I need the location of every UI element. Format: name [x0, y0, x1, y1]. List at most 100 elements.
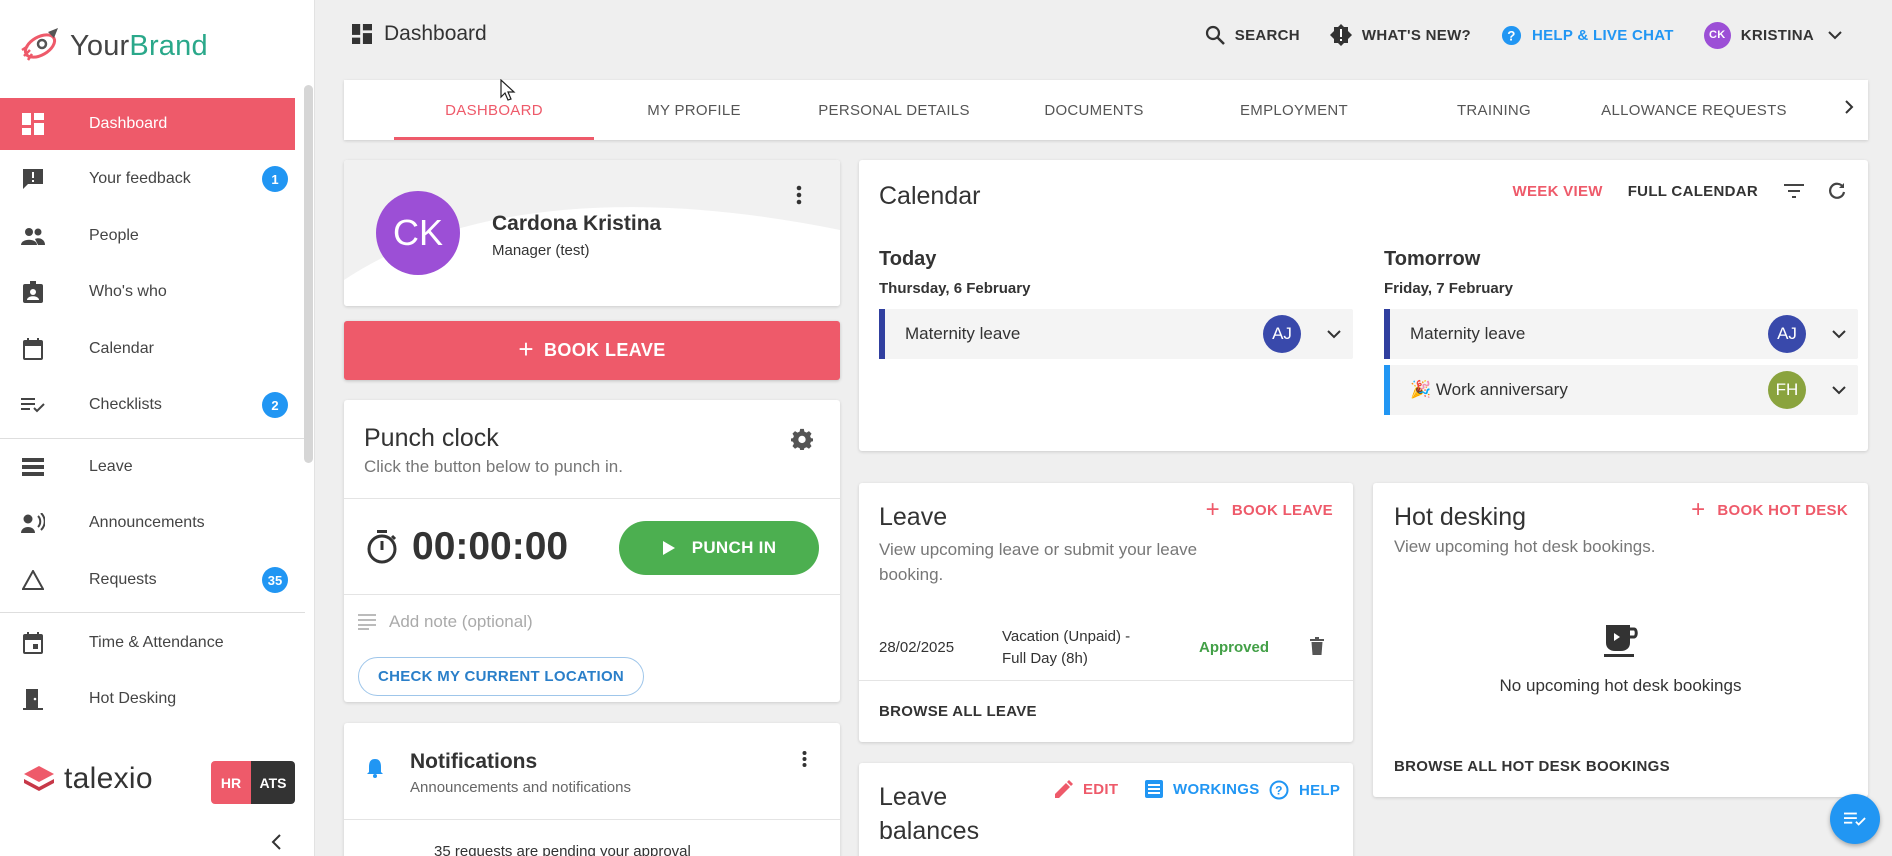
- product-switcher[interactable]: HR ATS: [211, 761, 295, 804]
- sidebar-item-requests[interactable]: Requests 35: [0, 554, 295, 606]
- sidebar-item-dashboard[interactable]: Dashboard: [0, 98, 295, 150]
- plus-icon: +: [518, 333, 534, 364]
- book-hot-desk-link[interactable]: + BOOK HOT DESK: [1691, 496, 1848, 524]
- search-label: SEARCH: [1234, 26, 1300, 44]
- sidebar-item-label: Hot Desking: [89, 690, 177, 707]
- help-icon: ?: [1501, 25, 1522, 45]
- hot-desking-title: Hot desking: [1394, 503, 1527, 531]
- punch-note-input[interactable]: Add note (optional): [389, 612, 533, 632]
- tab-my-profile[interactable]: MY PROFILE: [594, 80, 794, 140]
- browse-all-leave-link[interactable]: BROWSE ALL LEAVE: [879, 703, 1037, 720]
- top-actions: SEARCH WHAT'S NEW? ? HELP & LIVE CHAT CK…: [1175, 20, 1852, 50]
- search-button[interactable]: SEARCH: [1205, 25, 1300, 45]
- sidebar-item-your-feedback[interactable]: Your feedback 1: [0, 153, 295, 205]
- sidebar-item-label: Checklists: [89, 396, 162, 413]
- edit-label: EDIT: [1083, 780, 1119, 798]
- help-live-chat-button[interactable]: ? HELP & LIVE CHAT: [1501, 25, 1674, 46]
- brand-name: YourBrand: [70, 29, 208, 62]
- event-label: 🎉 Work anniversary: [1410, 380, 1568, 399]
- event-color-bar: [1384, 309, 1390, 359]
- profile-card: CK Cardona Kristina Manager (test): [344, 160, 840, 306]
- refresh-icon[interactable]: [1828, 182, 1846, 200]
- divider: [344, 594, 840, 595]
- sidebar-item-announcements[interactable]: Announcements: [0, 497, 295, 549]
- avatar: AJ: [1263, 315, 1301, 353]
- edit-balances-button[interactable]: EDIT: [1055, 780, 1118, 798]
- punch-timer: 00:00:00: [412, 525, 569, 568]
- sidebar-item-hot-desking[interactable]: Hot Desking: [0, 673, 295, 725]
- chevron-down-icon[interactable]: [1832, 385, 1846, 395]
- whats-new-button[interactable]: WHAT'S NEW?: [1329, 24, 1471, 46]
- notifications-title: Notifications: [410, 750, 538, 773]
- count-badge: 2: [262, 392, 288, 418]
- user-menu[interactable]: CK KRISTINA: [1703, 21, 1852, 49]
- workings-button[interactable]: WORKINGS: [1145, 780, 1260, 798]
- today-heading: Today: [879, 248, 937, 270]
- talexio-logo: talexio: [22, 762, 153, 796]
- calendar-actions: WEEK VIEW FULL CALENDAR: [1488, 182, 1846, 200]
- punch-in-button[interactable]: PUNCH IN: [619, 521, 819, 575]
- notifications-menu-button[interactable]: [794, 749, 814, 769]
- tab-label: DOCUMENTS: [1044, 101, 1144, 119]
- filter-icon[interactable]: [1784, 184, 1804, 198]
- leave-type-line1: Vacation (Unpaid) -: [1002, 628, 1131, 645]
- leave-card: Leave + BOOK LEAVE View upcoming leave o…: [859, 483, 1353, 742]
- leave-title: Leave: [879, 503, 948, 531]
- time-icon: [21, 631, 45, 655]
- svg-text:?: ?: [1507, 28, 1515, 43]
- tab-documents[interactable]: DOCUMENTS: [994, 80, 1194, 140]
- status-badge: Approved: [1199, 639, 1270, 656]
- chevron-down-icon[interactable]: [1327, 329, 1341, 339]
- tomorrow-heading: Tomorrow: [1384, 248, 1481, 270]
- week-view-button[interactable]: WEEK VIEW: [1513, 183, 1603, 200]
- tab-allowance-requests[interactable]: ALLOWANCE REQUESTS: [1594, 80, 1794, 140]
- sidebar-item-people[interactable]: People: [0, 210, 295, 262]
- help-button[interactable]: ? HELP: [1269, 780, 1340, 800]
- calendar-event[interactable]: Maternity leave AJ: [1384, 309, 1858, 359]
- sidebar-item-label: Requests: [89, 571, 157, 588]
- ats-switch[interactable]: ATS: [251, 761, 295, 804]
- full-calendar-button[interactable]: FULL CALENDAR: [1628, 183, 1758, 200]
- trash-icon[interactable]: [1310, 637, 1324, 655]
- tab-label: ALLOWANCE REQUESTS: [1601, 101, 1787, 119]
- tabs-scroll-right[interactable]: [1844, 98, 1854, 121]
- chevron-down-icon[interactable]: [1832, 329, 1846, 339]
- nav-divider: [0, 612, 305, 613]
- tab-label: TRAINING: [1456, 101, 1532, 119]
- checklist-fab-button[interactable]: [1830, 794, 1880, 844]
- hot-desking-subtitle: View upcoming hot desk bookings.: [1394, 537, 1656, 556]
- sidebar-scrollbar[interactable]: [304, 85, 313, 463]
- sidebar-item-time-attendance[interactable]: Time & Attendance: [0, 617, 295, 669]
- sidebar-item-label: People: [89, 227, 139, 244]
- tab-employment[interactable]: EMPLOYMENT: [1194, 80, 1394, 140]
- sidebar-item-checklists[interactable]: Checklists 2: [0, 379, 295, 431]
- chevron-right-icon: [1845, 100, 1854, 114]
- chevron-left-icon: [271, 834, 281, 850]
- browse-hot-desk-link[interactable]: BROWSE ALL HOT DESK BOOKINGS: [1394, 758, 1670, 775]
- sidebar-item-calendar[interactable]: Calendar: [0, 323, 295, 375]
- event-color-bar: [879, 309, 885, 359]
- calendar-event[interactable]: 🎉 Work anniversary FH: [1384, 365, 1858, 415]
- brand-logo[interactable]: YourBrand: [18, 26, 208, 66]
- book-leave-link[interactable]: + BOOK LEAVE: [1206, 496, 1333, 524]
- profile-menu-button[interactable]: [789, 185, 809, 205]
- calendar-event[interactable]: Maternity leave AJ: [879, 309, 1353, 359]
- punch-settings-button[interactable]: [790, 427, 814, 451]
- plus-icon: +: [1205, 496, 1220, 523]
- tab-personal-details[interactable]: PERSONAL DETAILS: [794, 80, 994, 140]
- sidebar-item-label: Calendar: [89, 340, 154, 357]
- badge-icon: [21, 280, 45, 304]
- tab-training[interactable]: TRAINING: [1394, 80, 1594, 140]
- pending-notification[interactable]: 35 requests are pending your approval: [434, 843, 691, 856]
- calendar-icon: [21, 337, 45, 361]
- check-location-button[interactable]: CHECK MY CURRENT LOCATION: [358, 657, 644, 696]
- tab-dashboard[interactable]: DASHBOARD: [394, 80, 594, 140]
- sidebar-item-leave[interactable]: Leave: [0, 441, 295, 493]
- collapse-sidebar-button[interactable]: [266, 832, 286, 852]
- rocket-icon: [21, 28, 58, 61]
- sidebar-item-whos-who[interactable]: Who's who: [0, 266, 295, 318]
- notifications-card: Notifications Announcements and notifica…: [344, 723, 840, 856]
- tab-label: DASHBOARD: [445, 101, 543, 119]
- hr-switch[interactable]: HR: [211, 761, 251, 804]
- book-leave-button[interactable]: + BOOK LEAVE: [344, 321, 840, 380]
